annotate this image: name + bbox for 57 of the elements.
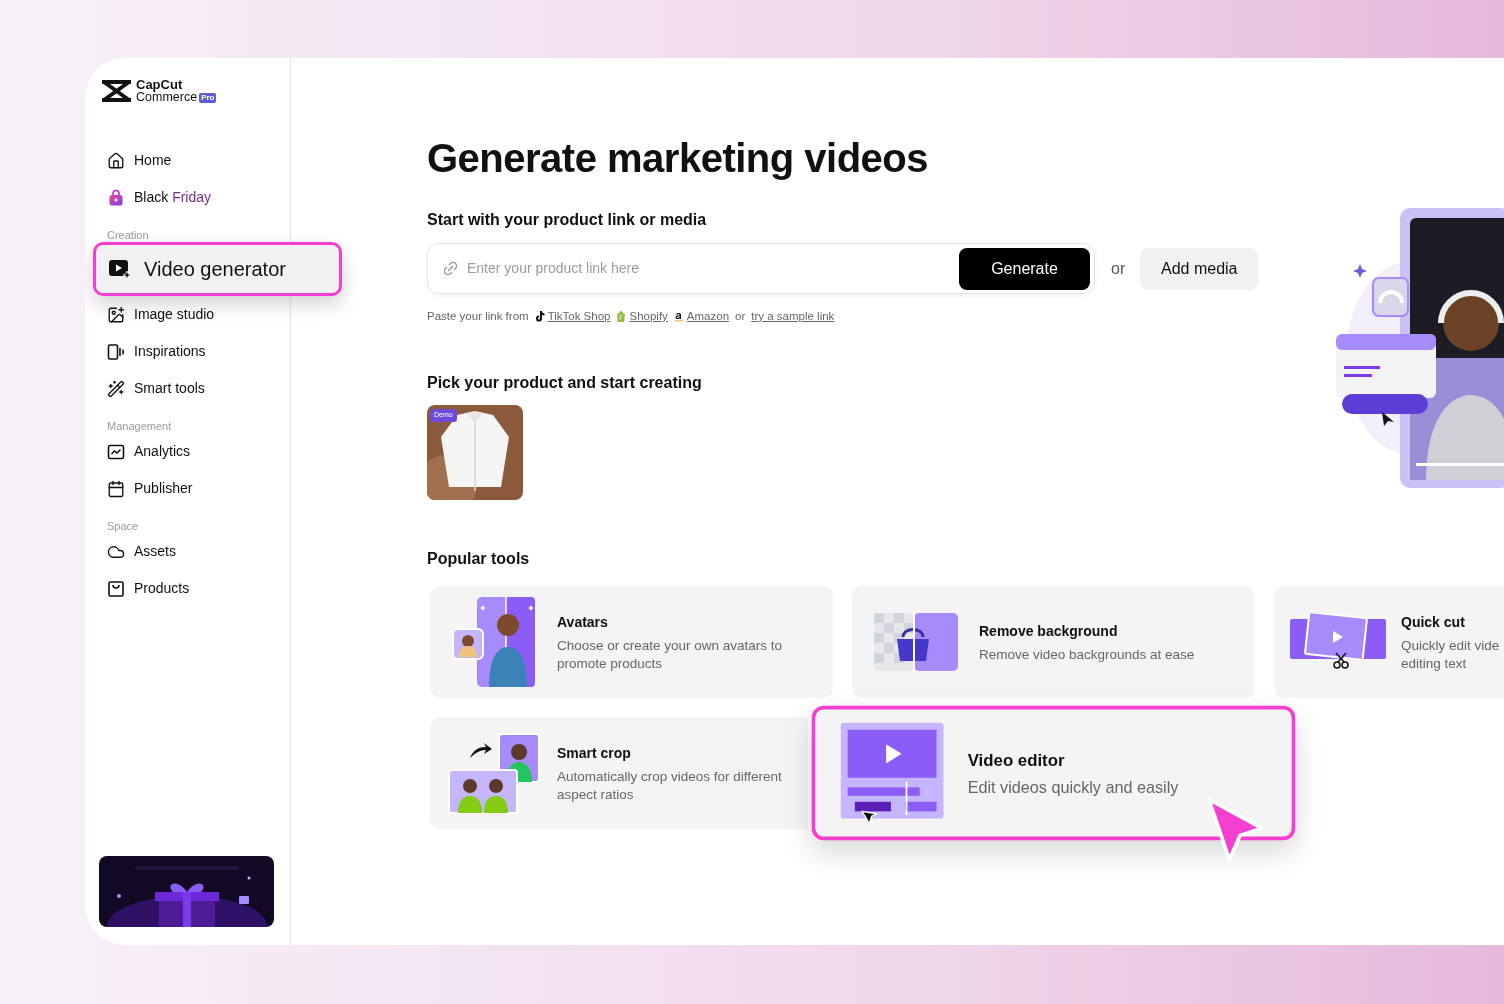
smile-arrow-icon — [673, 311, 684, 323]
tool-title: Video editor — [967, 748, 1066, 772]
add-media-button[interactable]: Add media — [1140, 247, 1259, 290]
source-link[interactable]: Shopify — [629, 308, 668, 326]
tool-description: Remove video backgrounds at ease — [979, 645, 1195, 664]
page-title: Generate marketing videos — [427, 135, 930, 182]
tool-title: Avatars — [557, 612, 609, 632]
logo-icon — [101, 79, 132, 103]
shopping-bag-icon — [616, 311, 627, 323]
tool-title: Quick cut — [1401, 612, 1466, 632]
tool-card[interactable]: Quick cut Quickly edit vide editing text — [1274, 586, 1504, 699]
sidebar-item[interactable]: Image studio — [101, 296, 280, 333]
tool-description: Automatically crop videos for different aspect ratios — [557, 767, 782, 804]
tool-description: Edit videos quickly and easily — [967, 777, 1179, 799]
link-input[interactable]: Enter your product link here Generate — [427, 243, 1095, 294]
source-link[interactable]: TikTok Shop — [547, 308, 611, 326]
tool-card[interactable]: Avatars Choose or create your own avatars to promote products — [430, 586, 833, 699]
sidebar-item[interactable]: Analytics — [101, 433, 280, 470]
image-icon — [107, 305, 125, 324]
tool-card[interactable]: Remove background Remove video backgrounds at ease — [852, 586, 1255, 699]
magic-wand-icon — [107, 379, 125, 398]
generate-button[interactable]: Generate — [959, 247, 1090, 290]
tool-card[interactable]: Smart crop Automatically crop videos for different aspect ratios — [430, 717, 808, 830]
section-heading: Popular tools — [427, 549, 531, 570]
music-note-icon — [534, 311, 545, 323]
box-icon — [107, 579, 125, 598]
hint-text: Paste your link from — [427, 309, 529, 324]
sidebar-item[interactable]: Smart tools — [101, 370, 280, 407]
sidebar-item[interactable]: Assets — [101, 533, 280, 570]
section-heading: Creation — [106, 228, 150, 242]
sample-link[interactable]: try a sample link — [751, 308, 835, 326]
line-chart-icon — [107, 442, 125, 461]
section-heading: Space — [106, 519, 140, 533]
logo-name: CapCut — [136, 78, 183, 91]
home-icon — [107, 151, 125, 170]
logo-subtitle: Commerce — [136, 91, 198, 104]
or-text: or — [1111, 258, 1126, 279]
sidebar-item[interactable]: Publisher — [101, 470, 280, 507]
section-heading: Management — [106, 419, 173, 433]
section-heading: Pick your product and start creating — [427, 373, 703, 394]
tool-title: Remove background — [979, 621, 1119, 641]
or-text: or — [735, 309, 746, 324]
tool-description: Choose or create your own avatars to promote products — [557, 636, 783, 673]
section-heading: Start with your product link or media — [427, 210, 708, 230]
card-stack-icon — [107, 342, 125, 361]
sidebar-item[interactable]: Video generator — [93, 242, 342, 296]
pro-badge: Pro — [199, 92, 217, 103]
sidebar-item[interactable]: Inspirations — [101, 333, 280, 370]
sidebar-item[interactable]: Home — [101, 142, 280, 179]
tool-description: Quickly edit vide editing text — [1401, 636, 1500, 673]
sidebar-item[interactable]: Products — [101, 570, 280, 607]
tool-title: Smart crop — [557, 743, 632, 763]
calendar-icon — [107, 479, 125, 498]
sidebar-item[interactable]: Black Friday — [101, 179, 280, 216]
video-sparkle-icon — [108, 257, 132, 281]
shopping-bag-icon — [107, 188, 125, 207]
source-link[interactable]: Amazon — [686, 308, 730, 326]
